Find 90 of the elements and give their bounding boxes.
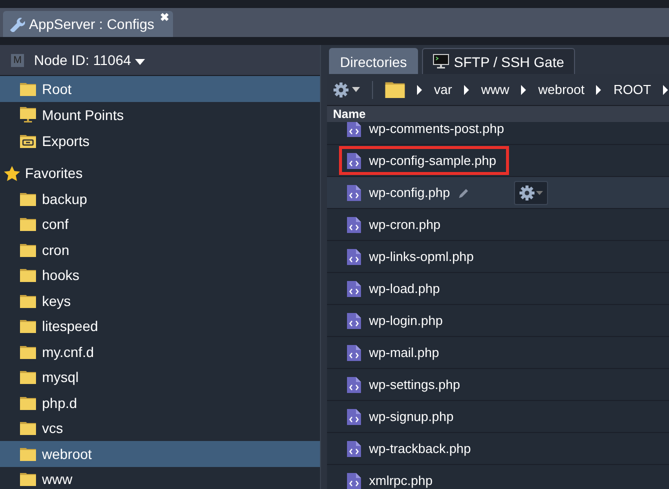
- settings-icon: [518, 184, 535, 200]
- code-file-icon: [347, 216, 361, 232]
- tree-item[interactable]: backup: [0, 186, 320, 212]
- file-row[interactable]: wp-links-opml.php: [327, 241, 669, 273]
- file-name: wp-load.php: [369, 281, 440, 296]
- folder-icon: [20, 344, 36, 359]
- tree-item[interactable]: Mount Points: [0, 102, 320, 128]
- code-file-icon: [347, 152, 361, 168]
- file-name: xmlrpc.php: [369, 473, 433, 488]
- file-name: wp-links-opml.php: [369, 249, 474, 264]
- file-name: wp-login.php: [369, 313, 443, 328]
- row-settings-button[interactable]: [514, 180, 548, 204]
- tree-item[interactable]: keys: [0, 288, 320, 314]
- file-name: wp-settings.php: [369, 377, 460, 392]
- window-title: AppServer : Configs: [29, 16, 154, 32]
- node-selector[interactable]: Node ID: 11064: [34, 52, 145, 68]
- code-file-icon: [347, 440, 361, 456]
- file-row[interactable]: wp-mail.php: [327, 337, 669, 369]
- tree-item[interactable]: webroot: [0, 441, 320, 466]
- file-name: wp-signup.php: [369, 409, 454, 424]
- code-file-icon: [347, 408, 361, 424]
- caret-icon: [352, 87, 360, 92]
- close-button[interactable]: ✖: [160, 13, 169, 24]
- tree-item[interactable]: mysql: [0, 364, 320, 390]
- node-type-badge: M: [11, 54, 24, 66]
- pencil-icon[interactable]: [458, 186, 470, 198]
- folder-icon: [20, 319, 36, 334]
- file-name: wp-comments-post.php: [369, 122, 504, 136]
- settings-menu-button[interactable]: [333, 82, 360, 98]
- folder-icon: [385, 81, 405, 98]
- code-file-icon: [347, 344, 361, 360]
- file-row[interactable]: wp-cron.php: [327, 209, 669, 241]
- file-row[interactable]: wp-load.php: [327, 273, 669, 305]
- tree-item[interactable]: conf: [0, 212, 320, 237]
- breadcrumb-item[interactable]: ROOT: [613, 82, 652, 97]
- folder-icon: [20, 421, 36, 436]
- file-row[interactable]: wp-comments-post.php: [327, 122, 669, 145]
- folder-icon: [20, 446, 36, 461]
- caret-icon: [134, 59, 145, 65]
- folder-icon: [20, 192, 36, 206]
- folder-icon: [20, 472, 36, 486]
- panel-tab[interactable]: SFTP / SSH Gate: [422, 48, 576, 74]
- code-file-icon: [347, 312, 361, 328]
- code-file-icon: [347, 248, 361, 264]
- folder-icon: [20, 82, 36, 96]
- caret-icon: [536, 190, 543, 194]
- tree-item[interactable]: vcs: [0, 416, 320, 441]
- terminal-icon: [432, 54, 449, 69]
- code-file-icon: [347, 376, 361, 392]
- folder-icon: [20, 370, 36, 384]
- name-column-header[interactable]: Name: [327, 106, 669, 122]
- panel-tab[interactable]: Directories: [329, 48, 418, 74]
- tree-item[interactable]: my.cnf.d: [0, 339, 320, 364]
- file-name: wp-config.php: [369, 185, 450, 200]
- breadcrumb-item[interactable]: var: [434, 82, 452, 97]
- tree-item[interactable]: www: [0, 466, 320, 489]
- settings-icon: [333, 82, 349, 98]
- file-name: wp-config-sample.php: [369, 153, 496, 168]
- linked-folder-icon: [20, 134, 36, 148]
- code-file-icon: [347, 184, 361, 200]
- code-file-icon: [347, 122, 361, 136]
- star-icon: [4, 166, 20, 180]
- file-row[interactable]: wp-signup.php: [327, 401, 669, 433]
- file-row[interactable]: wp-config.php: [327, 177, 669, 209]
- file-row[interactable]: wp-settings.php: [327, 369, 669, 401]
- folder-icon: [20, 268, 36, 282]
- breadcrumb-item[interactable]: www: [481, 82, 510, 97]
- tree-item[interactable]: hooks: [0, 262, 320, 288]
- breadcrumb-item[interactable]: webroot: [538, 82, 584, 97]
- file-row[interactable]: xmlrpc.php: [327, 465, 669, 489]
- monitor-folder-icon: [20, 107, 36, 123]
- folder-icon: [20, 294, 36, 308]
- tree-item[interactable]: cron: [0, 237, 320, 262]
- favorites-heading: Favorites: [25, 165, 83, 181]
- tree-item[interactable]: litespeed: [0, 314, 320, 339]
- file-name: wp-cron.php: [369, 217, 441, 232]
- file-row[interactable]: wp-login.php: [327, 305, 669, 337]
- folder-icon: [20, 217, 36, 232]
- folder-icon: [20, 396, 36, 410]
- tree-item[interactable]: Root: [0, 76, 320, 102]
- wrench-icon: [9, 16, 25, 32]
- folder-icon: [20, 242, 36, 257]
- code-file-icon: [347, 472, 361, 488]
- window-tab[interactable]: AppServer : Configs ✖: [3, 11, 173, 37]
- file-name: wp-trackback.php: [369, 441, 471, 456]
- file-row[interactable]: wp-trackback.php: [327, 433, 669, 465]
- file-name: wp-mail.php: [369, 345, 440, 360]
- tree-item[interactable]: Exports: [0, 128, 320, 154]
- code-file-icon: [347, 280, 361, 296]
- tree-item[interactable]: php.d: [0, 390, 320, 416]
